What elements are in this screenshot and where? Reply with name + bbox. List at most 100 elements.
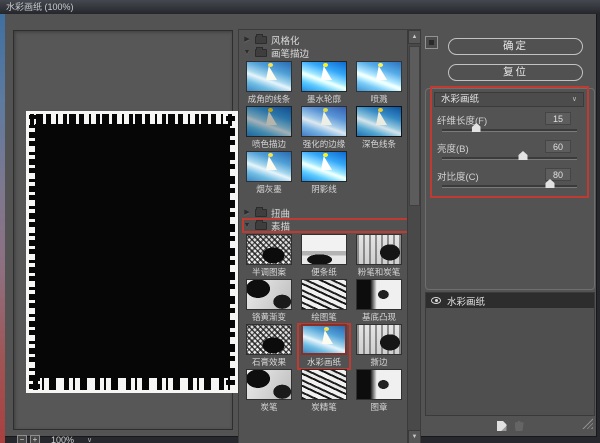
filter-select-value: 水彩画纸 (441, 93, 479, 106)
filter-thumbnail[interactable] (301, 106, 347, 137)
slider-track[interactable] (442, 129, 577, 132)
filter-thumbnail[interactable] (301, 279, 347, 310)
filter-thumbnail-label: 阴影线 (311, 183, 337, 195)
filter-thumbnail[interactable] (246, 324, 292, 355)
slider-value-box[interactable]: 60 (545, 140, 571, 153)
filter-thumbnail-label: 绘图笔 (311, 311, 337, 323)
filter-item-炭精笔[interactable]: 炭精笔 (298, 369, 350, 414)
slider-track[interactable] (442, 185, 577, 188)
effect-layer-row[interactable]: 水彩画纸 (426, 293, 594, 308)
visibility-eye-icon[interactable] (431, 297, 441, 304)
filter-item-粉笔和炭笔[interactable]: 粉笔和炭笔 (353, 234, 405, 279)
filter-item-石膏效果[interactable]: 石膏效果 (243, 324, 295, 369)
filter-preview-area[interactable] (13, 30, 233, 430)
filter-item-墨水轮廓[interactable]: 墨水轮廓 (298, 61, 350, 106)
filter-thumbnail[interactable] (356, 369, 402, 400)
filter-thumbnail[interactable] (301, 234, 347, 265)
filter-thumbnail[interactable] (246, 106, 292, 137)
effect-layers-list: 水彩画纸 (425, 292, 595, 416)
filter-list-scrollbar[interactable]: ▲ ▼ (407, 30, 420, 443)
filter-item-阴影线[interactable]: 阴影线 (298, 151, 350, 196)
filter-category-list: ▶ 风格化 ▼ 画笔描边成角的线条 墨水轮廓 喷溅喷色描边强化的边缘深色线条烟灰墨 阴影线 ▶… (239, 30, 407, 443)
category-label: 扭曲 (271, 206, 290, 220)
filter-thumbnail-label: 喷溅 (370, 93, 387, 105)
filter-thumbnail[interactable] (246, 279, 292, 310)
zoom-bar: − + 100% ∨ (17, 433, 92, 443)
filter-select-dropdown[interactable]: 水彩画纸 ∨ (434, 92, 584, 107)
filter-thumbnail-label: 炭精笔 (311, 401, 337, 413)
category-label: 画笔描边 (271, 46, 309, 60)
torn-edge-bottom (30, 377, 234, 390)
collapse-arrow-icon[interactable]: ▼ (243, 46, 251, 59)
filter-thumbnail[interactable] (246, 61, 292, 92)
filter-item-绘图笔[interactable]: 绘图笔 (298, 279, 350, 324)
filter-thumbnail-label: 墨水轮廓 (307, 93, 341, 105)
filter-item-水彩画纸[interactable]: 水彩画纸 (298, 324, 350, 369)
filter-thumbnail-label: 图章 (370, 401, 387, 413)
zoom-out-button[interactable]: − (17, 435, 27, 443)
ok-button[interactable]: 确定 (448, 38, 583, 55)
category-label: 素描 (271, 219, 290, 233)
filter-thumbnail[interactable] (356, 234, 402, 265)
filter-thumbnail-label: 便条纸 (311, 266, 337, 278)
expand-arrow-icon[interactable]: ▶ (243, 33, 251, 46)
filter-thumbnail-label: 炭笔 (260, 401, 277, 413)
filter-thumbnail-label: 烟灰墨 (256, 183, 282, 195)
filter-item-强化的边缘[interactable]: 强化的边缘 (298, 106, 350, 151)
category-stylize[interactable]: ▶ 风格化 (243, 33, 407, 46)
slider-value-box[interactable]: 80 (545, 168, 571, 181)
delete-effect-layer-icon[interactable] (515, 421, 524, 431)
filter-item-半调图案[interactable]: 半调图案 (243, 234, 295, 279)
filter-thumbnail[interactable] (356, 279, 402, 310)
slider-handle[interactable] (519, 151, 528, 160)
filter-item-深色线条[interactable]: 深色线条 (353, 106, 405, 151)
filter-item-成角的线条[interactable]: 成角的线条 (243, 61, 295, 106)
zoom-dropdown-chevron-icon[interactable]: ∨ (87, 436, 92, 443)
filter-item-基底凸现[interactable]: 基底凸现 (353, 279, 405, 324)
slider-value-box[interactable]: 15 (545, 112, 571, 125)
filter-thumbnail-label: 深色线条 (362, 138, 396, 150)
category-sketch[interactable]: ▼ 素描 (243, 219, 407, 232)
filter-item-喷色描边[interactable]: 喷色描边 (243, 106, 295, 151)
filter-thumbnail-label: 撕边 (370, 356, 387, 368)
collapse-panel-button[interactable] (425, 36, 438, 49)
slider-track[interactable] (442, 157, 577, 160)
category-label: 风格化 (271, 33, 300, 47)
scroll-up-icon[interactable]: ▲ (408, 30, 421, 44)
slider-list: 纤维长度(F)15亮度(B)60对比度(C)80 (434, 113, 592, 197)
chevron-down-icon: ∨ (572, 93, 577, 106)
filter-thumbnail[interactable] (301, 61, 347, 92)
effect-layer-actions (422, 421, 598, 431)
filter-item-烟灰墨[interactable]: 烟灰墨 (243, 151, 295, 196)
filter-thumbnail[interactable] (246, 369, 292, 400)
filter-item-撕边[interactable]: 撕边 (353, 324, 405, 369)
zoom-in-button[interactable]: + (30, 435, 40, 443)
filter-thumbnail[interactable] (301, 369, 347, 400)
filter-item-图章[interactable]: 图章 (353, 369, 405, 414)
filter-item-铬黄渐变[interactable]: 铬黄渐变 (243, 279, 295, 324)
filter-thumbnail-label: 成角的线条 (248, 93, 291, 105)
expand-arrow-icon[interactable]: ▶ (243, 206, 251, 219)
filter-item-便条纸[interactable]: 便条纸 (298, 234, 350, 279)
scroll-down-icon[interactable]: ▼ (408, 430, 421, 443)
filter-list-panel: ▶ 风格化 ▼ 画笔描边成角的线条 墨水轮廓 喷溅喷色描边强化的边缘深色线条烟灰墨 阴影线 ▶… (238, 29, 421, 443)
filter-thumbnail[interactable] (301, 151, 347, 182)
filter-thumbnail[interactable] (356, 324, 402, 355)
reset-button[interactable]: 复位 (448, 64, 583, 81)
filter-thumbnail[interactable] (301, 324, 347, 355)
zoom-level-value[interactable]: 100% (51, 435, 74, 443)
filter-options-panel: 确定 复位 水彩画纸 ∨ 纤维长度(F)15亮度(B)60对比度(C)80 水彩… (422, 29, 600, 443)
category-brush-strokes[interactable]: ▼ 画笔描边 (243, 46, 407, 59)
new-effect-layer-icon[interactable] (497, 421, 507, 431)
slider-contrast: 对比度(C)80 (434, 169, 592, 197)
filter-thumbnail[interactable] (356, 106, 402, 137)
filter-thumbnail-label: 粉笔和炭笔 (358, 266, 401, 278)
collapse-arrow-icon[interactable]: ▼ (243, 219, 251, 232)
filter-thumbnail[interactable] (246, 151, 292, 182)
filter-thumbnail[interactable] (246, 234, 292, 265)
scrollbar-thumb[interactable] (409, 46, 420, 206)
category-distort[interactable]: ▶ 扭曲 (243, 206, 407, 219)
filter-thumbnail[interactable] (356, 61, 402, 92)
filter-item-喷溅[interactable]: 喷溅 (353, 61, 405, 106)
filter-item-炭笔[interactable]: 炭笔 (243, 369, 295, 414)
